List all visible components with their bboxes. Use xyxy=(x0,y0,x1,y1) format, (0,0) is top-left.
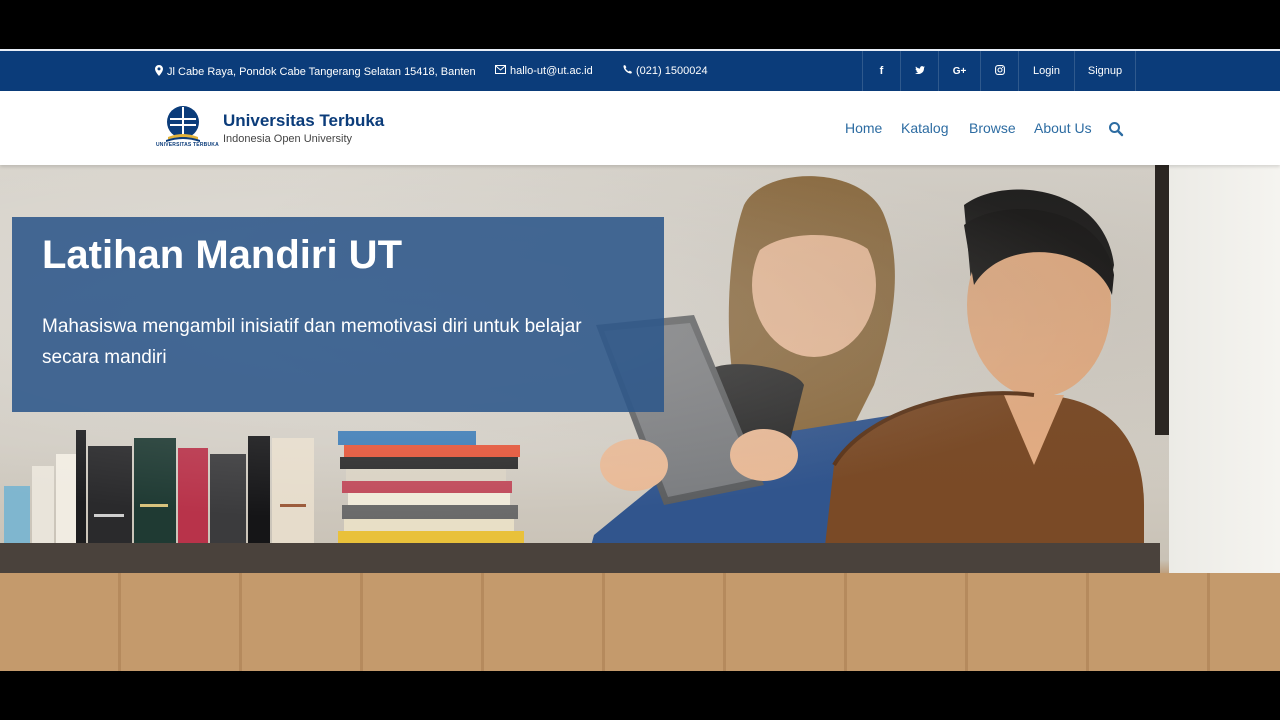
hero-title: Latihan Mandiri UT xyxy=(42,233,402,277)
phone-icon xyxy=(623,65,632,77)
brand-tagline: Indonesia Open University xyxy=(223,133,353,145)
phone-text: (021) 1500024 xyxy=(636,65,708,77)
twitter-button[interactable] xyxy=(900,51,938,91)
letterbox-bottom xyxy=(0,671,1280,720)
login-label: Login xyxy=(1033,65,1060,77)
nav-home-label: Home xyxy=(845,120,883,136)
nav-browse[interactable]: Browse xyxy=(969,91,1016,165)
email-info[interactable]: hallo-ut@ut.ac.id xyxy=(495,65,593,77)
nav-about-us-label: About Us xyxy=(1034,120,1092,136)
twitter-icon xyxy=(914,65,925,77)
signup-link[interactable]: Signup xyxy=(1074,51,1136,91)
page: Jl Cabe Raya, Pondok Cabe Tangerang Sela… xyxy=(0,49,1280,671)
google-plus-button[interactable]: G+ xyxy=(938,51,980,91)
logo-caption: UNIVERSITAS TERBUKA xyxy=(156,142,219,148)
envelope-icon xyxy=(495,65,506,77)
hero-door-frame xyxy=(1155,165,1169,435)
letterbox-top xyxy=(0,0,1280,49)
facebook-button[interactable]: f xyxy=(862,51,900,91)
nav-home[interactable]: Home xyxy=(845,91,882,165)
hero-banner: Latihan Mandiri UT Mahasiswa mengambil i… xyxy=(0,165,1280,671)
signup-label: Signup xyxy=(1087,65,1123,77)
instagram-button[interactable] xyxy=(980,51,1018,91)
map-marker-icon xyxy=(155,65,163,79)
hero-floor xyxy=(0,573,1280,671)
address-text: Jl Cabe Raya, Pondok Cabe Tangerang Sela… xyxy=(167,66,476,78)
google-plus-icon: G+ xyxy=(952,65,967,77)
instagram-icon xyxy=(994,64,1005,78)
facebook-icon: f xyxy=(879,65,884,77)
nav-about-us[interactable]: About Us xyxy=(1034,91,1092,165)
address-info: Jl Cabe Raya, Pondok Cabe Tangerang Sela… xyxy=(155,65,476,79)
nav-katalog-label: Katalog xyxy=(901,120,949,136)
top-info-bar: Jl Cabe Raya, Pondok Cabe Tangerang Sela… xyxy=(0,49,1280,91)
email-link[interactable]: hallo-ut@ut.ac.id xyxy=(510,65,593,77)
hero-baseboard xyxy=(0,543,1160,573)
site-header: UNIVERSITAS TERBUKA Universitas Terbuka … xyxy=(0,91,1280,165)
nav-browse-label: Browse xyxy=(969,120,1016,136)
nav-katalog[interactable]: Katalog xyxy=(901,91,948,165)
phone-info: (021) 1500024 xyxy=(623,65,708,77)
hero-subtitle: Mahasiswa mengambil inisiatif dan memoti… xyxy=(42,316,582,368)
search-icon[interactable] xyxy=(1108,121,1124,137)
brand-name[interactable]: Universitas Terbuka xyxy=(223,111,384,131)
login-link[interactable]: Login xyxy=(1018,51,1074,91)
